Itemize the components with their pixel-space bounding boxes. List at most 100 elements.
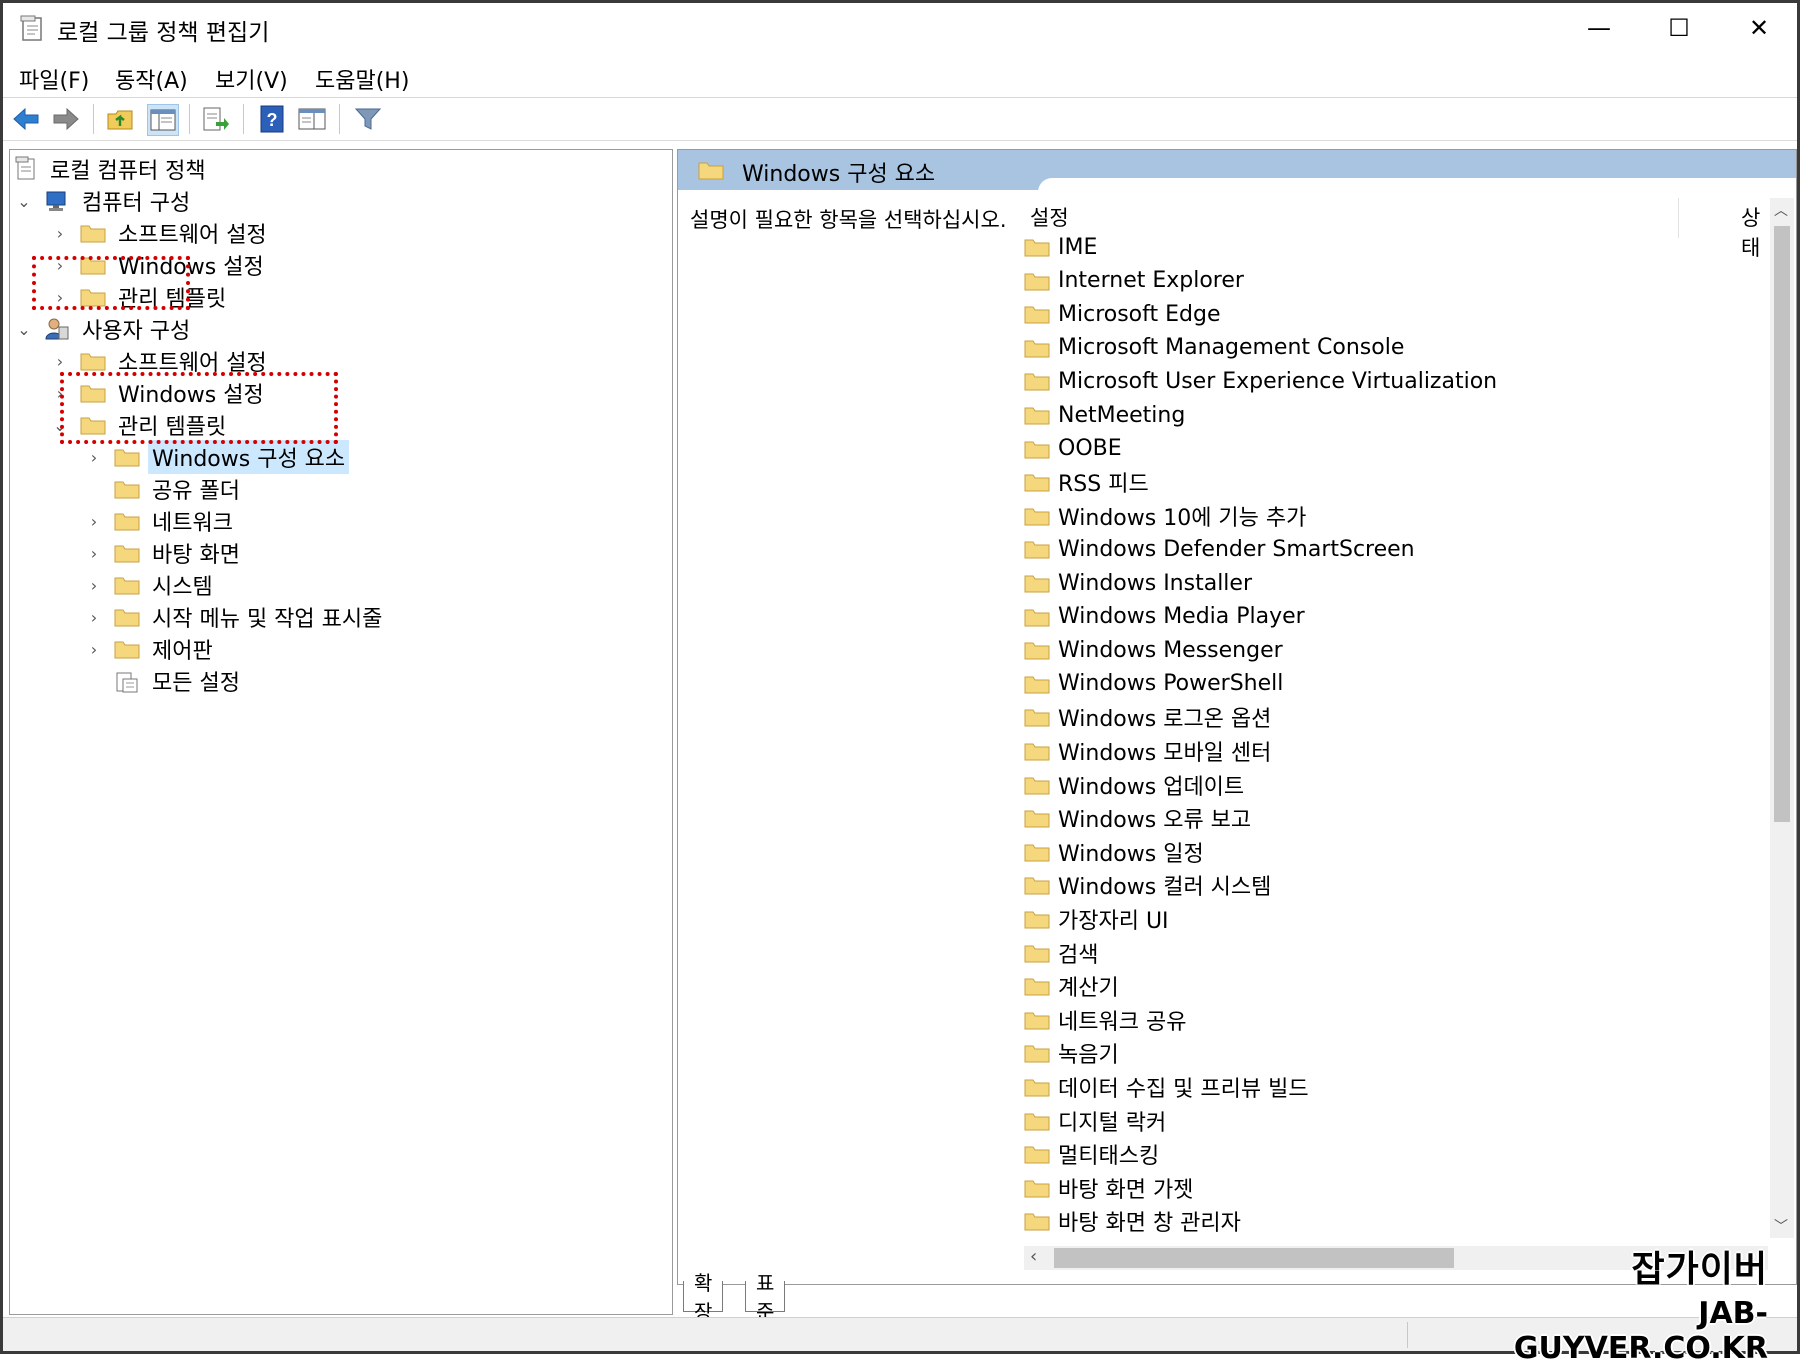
settings-page-icon	[114, 671, 140, 693]
tree-control-panel[interactable]: › 제어판	[84, 634, 217, 664]
column-divider[interactable]	[1678, 198, 1679, 238]
list-item[interactable]: Windows Installer	[1024, 568, 1252, 598]
user-icon	[44, 317, 70, 341]
list-item[interactable]: RSS 피드	[1024, 467, 1149, 497]
tree-network[interactable]: › 네트워크	[84, 506, 237, 536]
tree-label: 네트워크	[152, 511, 233, 536]
maximize-button[interactable]: ☐	[1639, 3, 1719, 53]
chevron-right-icon[interactable]: ›	[84, 639, 104, 659]
list-item-label: 녹음기	[1058, 1043, 1119, 1069]
tab-standard[interactable]: 표준	[745, 1271, 786, 1324]
list-item[interactable]: Microsoft Management Console	[1024, 333, 1404, 363]
menu-help[interactable]: 도움말(H)	[315, 63, 409, 95]
filter-icon[interactable]	[353, 104, 383, 134]
tree-cc-software[interactable]: › 소프트웨어 설정	[50, 218, 271, 248]
chevron-right-icon[interactable]: ›	[84, 607, 104, 627]
tree-label: 시스템	[152, 575, 213, 600]
list-item[interactable]: Windows Media Player	[1024, 602, 1305, 632]
list-item[interactable]: Microsoft User Experience Virtualization	[1024, 366, 1497, 396]
list-item[interactable]: Internet Explorer	[1024, 266, 1244, 296]
forward-arrow-icon[interactable]	[51, 104, 81, 134]
tree-all-settings[interactable]: › 모든 설정	[84, 666, 244, 696]
list-item[interactable]: Windows 업데이트	[1024, 770, 1244, 800]
list-item[interactable]: 검색	[1024, 938, 1098, 968]
chevron-right-icon[interactable]: ›	[84, 543, 104, 563]
tree-root-label: 로컬 컴퓨터 정책	[50, 159, 206, 184]
highlight-user-config	[32, 256, 190, 310]
list-item[interactable]: Windows 모바일 센터	[1024, 736, 1271, 766]
details-pane: Windows 구성 요소 설명이 필요한 항목을 선택하십시오. 설정 상태 …	[677, 149, 1797, 1285]
list-item[interactable]: 녹음기	[1024, 1038, 1119, 1068]
tab-extended[interactable]: 확장	[683, 1271, 724, 1324]
chevron-down-icon[interactable]: ⌄	[14, 191, 34, 211]
folder-icon	[1024, 1111, 1050, 1131]
list-item-label: Microsoft User Experience Virtualization	[1058, 368, 1498, 394]
tree-computer-config[interactable]: ⌄ 컴퓨터 구성	[14, 186, 194, 216]
list-item-label: Windows 10에 기능 추가	[1058, 505, 1307, 531]
tree-desktop[interactable]: › 바탕 화면	[84, 538, 244, 568]
list-item[interactable]: 네트워크 공유	[1024, 1005, 1186, 1035]
list-item[interactable]: 멀티태스킹	[1024, 1139, 1159, 1169]
close-button[interactable]: ✕	[1719, 3, 1797, 53]
chevron-right-icon[interactable]: ›	[50, 223, 70, 243]
folder-icon	[1024, 472, 1050, 492]
tree-windows-components[interactable]: › Windows 구성 요소	[84, 440, 350, 474]
list-item[interactable]: Windows 10에 기능 추가	[1024, 501, 1306, 531]
chevron-right-icon[interactable]: ›	[84, 447, 104, 467]
back-arrow-icon[interactable]	[11, 104, 41, 134]
menu-view[interactable]: 보기(V)	[215, 63, 288, 95]
list-item[interactable]: Windows PowerShell	[1024, 669, 1283, 699]
vertical-scrollbar[interactable]: ︿ ﹀	[1770, 198, 1794, 1238]
chevron-up-icon[interactable]: ︿	[1774, 200, 1788, 220]
watermark-line2: JAB-GUYVER.CO.KR	[1513, 1296, 1768, 1366]
list-item[interactable]: NetMeeting	[1024, 400, 1185, 430]
chevron-right-icon[interactable]: ›	[84, 575, 104, 595]
vertical-scroll-thumb[interactable]	[1774, 226, 1790, 822]
chevron-left-icon[interactable]: ‹	[1030, 1246, 1037, 1267]
chevron-right-icon[interactable]: ›	[84, 511, 104, 531]
minimize-button[interactable]: —	[1559, 3, 1639, 53]
folder-icon	[1024, 1144, 1050, 1164]
help-icon[interactable]: ?	[257, 104, 287, 134]
folder-icon	[80, 351, 106, 371]
column-header-state[interactable]: 상태	[1741, 202, 1767, 262]
list-item-label: 계산기	[1058, 976, 1119, 1002]
list-item[interactable]: 데이터 수집 및 프리뷰 빌드	[1024, 1072, 1309, 1102]
list-item[interactable]: Windows Messenger	[1024, 635, 1283, 665]
export-list-icon[interactable]	[201, 104, 231, 134]
horizontal-scroll-thumb[interactable]	[1054, 1248, 1454, 1268]
tree-user-config[interactable]: ⌄ 사용자 구성	[14, 314, 194, 344]
tree-shared-folders[interactable]: › 공유 폴더	[84, 474, 244, 504]
list-item[interactable]: OOBE	[1024, 434, 1122, 464]
watermark-line1: 잡가이버	[1631, 1249, 1768, 1290]
properties-pane-icon[interactable]	[297, 104, 327, 134]
list-item[interactable]: Windows 일정	[1024, 837, 1204, 867]
chevron-down-icon[interactable]: ⌄	[14, 319, 34, 339]
list-item[interactable]: 디지털 락커	[1024, 1106, 1166, 1136]
list-item[interactable]: Windows 오류 보고	[1024, 803, 1251, 833]
tree-start-menu[interactable]: › 시작 메뉴 및 작업 표시줄	[84, 602, 386, 632]
chevron-right-icon[interactable]: ›	[50, 351, 70, 371]
console-tree-icon[interactable]	[147, 104, 179, 136]
folder-icon	[1024, 808, 1050, 828]
list-item[interactable]: Microsoft Edge	[1024, 299, 1220, 329]
folder-icon	[1024, 640, 1050, 660]
tree-root[interactable]: 로컬 컴퓨터 정책	[14, 154, 210, 184]
menu-action[interactable]: 동작(A)	[115, 63, 188, 95]
tree-system[interactable]: › 시스템	[84, 570, 217, 600]
list-item[interactable]: Windows 컬러 시스템	[1024, 870, 1271, 900]
list-item[interactable]: IME	[1024, 232, 1097, 262]
list-item[interactable]: 계산기	[1024, 971, 1119, 1001]
list-item-label: 바탕 화면 가젯	[1058, 1177, 1194, 1203]
list-item[interactable]: 바탕 화면 가젯	[1024, 1173, 1193, 1203]
tree-label: 컴퓨터 구성	[82, 191, 191, 216]
up-folder-icon[interactable]	[105, 104, 135, 134]
policy-document-icon	[14, 156, 38, 182]
list-item[interactable]: Windows Defender SmartScreen	[1024, 534, 1415, 564]
chevron-down-icon[interactable]: ﹀	[1774, 1216, 1788, 1236]
list-item[interactable]: 바탕 화면 창 관리자	[1024, 1206, 1241, 1236]
list-item[interactable]: 가장자리 UI	[1024, 904, 1169, 934]
menu-file[interactable]: 파일(F)	[19, 63, 89, 95]
list-item[interactable]: Windows 로그온 옵션	[1024, 702, 1271, 732]
column-header-setting[interactable]: 설정	[1030, 202, 1069, 232]
